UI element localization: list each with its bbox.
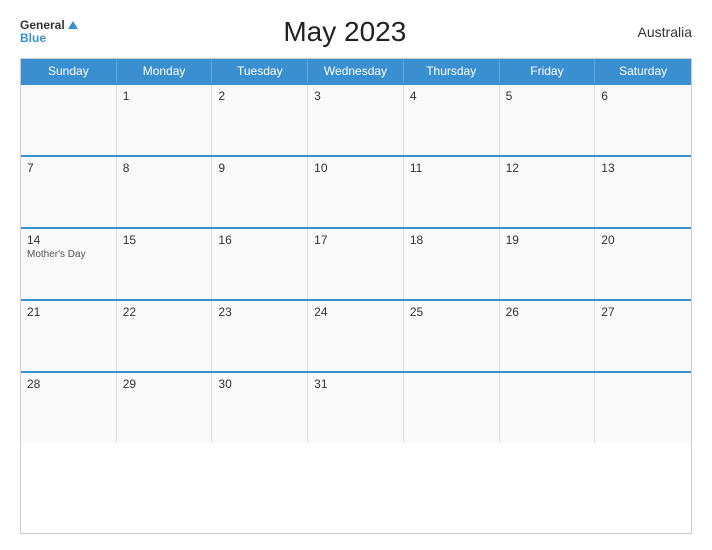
day-cell: 25	[404, 301, 500, 371]
day-number: 26	[506, 305, 589, 319]
week-row-2: 789 10 11 12 13	[21, 155, 691, 227]
day-cell: 14 Mother's Day	[21, 229, 117, 299]
day-cell: 12	[500, 157, 596, 227]
day-number: 6	[601, 89, 685, 103]
day-cell: 11	[404, 157, 500, 227]
day-number: 23	[218, 305, 301, 319]
day-cell: 19	[500, 229, 596, 299]
day-number: 21	[27, 305, 110, 319]
day-number: 8	[123, 161, 206, 175]
day-cell: 1	[117, 85, 213, 155]
calendar-title: May 2023	[78, 16, 612, 48]
day-cell: 31	[308, 373, 404, 443]
day-cell: 27	[595, 301, 691, 371]
day-cell: 30	[212, 373, 308, 443]
day-cell: 13	[595, 157, 691, 227]
day-number: 25	[410, 305, 493, 319]
day-cell: 23	[212, 301, 308, 371]
logo-blue-text: Blue	[20, 32, 46, 45]
day-header-tuesday: Tuesday	[212, 59, 308, 83]
days-header: SundayMondayTuesdayWednesdayThursdayFrid…	[21, 59, 691, 83]
day-cell: 8	[117, 157, 213, 227]
day-cell: 21	[21, 301, 117, 371]
day-header-sunday: Sunday	[21, 59, 117, 83]
day-cell: 16	[212, 229, 308, 299]
week-row-4: 21 22 23 24 25 26 27	[21, 299, 691, 371]
day-cell	[500, 373, 596, 443]
day-header-monday: Monday	[117, 59, 213, 83]
day-cell: 4	[404, 85, 500, 155]
day-number: 2	[218, 89, 301, 103]
day-number: 1	[123, 89, 206, 103]
day-number: 22	[123, 305, 206, 319]
logo: General Blue	[20, 19, 78, 45]
day-cell: 29	[117, 373, 213, 443]
day-cell: 26	[500, 301, 596, 371]
day-cell	[21, 85, 117, 155]
week-row-3: 14 Mother's Day 15 16 17 18 19 20	[21, 227, 691, 299]
day-cell: 3	[308, 85, 404, 155]
day-number: 27	[601, 305, 685, 319]
week-row-1: 123456	[21, 83, 691, 155]
header: General Blue May 2023 Australia	[20, 16, 692, 48]
day-cell	[595, 373, 691, 443]
day-number: 16	[218, 233, 301, 247]
day-number: 3	[314, 89, 397, 103]
day-number: 30	[218, 377, 301, 391]
day-number: 9	[218, 161, 301, 175]
day-number: 5	[506, 89, 589, 103]
day-cell	[404, 373, 500, 443]
day-cell: 20	[595, 229, 691, 299]
day-number: 15	[123, 233, 206, 247]
day-cell: 15	[117, 229, 213, 299]
day-cell: 18	[404, 229, 500, 299]
day-cell: 10	[308, 157, 404, 227]
calendar: SundayMondayTuesdayWednesdayThursdayFrid…	[20, 58, 692, 534]
day-cell: 5	[500, 85, 596, 155]
day-number: 14	[27, 233, 110, 247]
day-header-wednesday: Wednesday	[308, 59, 404, 83]
day-number: 31	[314, 377, 397, 391]
day-cell: 28	[21, 373, 117, 443]
day-header-friday: Friday	[500, 59, 596, 83]
day-number: 7	[27, 161, 110, 175]
day-cell: 2	[212, 85, 308, 155]
day-number: 19	[506, 233, 589, 247]
page: General Blue May 2023 Australia SundayMo…	[0, 0, 712, 550]
day-number: 29	[123, 377, 206, 391]
day-number: 17	[314, 233, 397, 247]
day-number: 18	[410, 233, 493, 247]
day-number: 28	[27, 377, 110, 391]
day-number: 20	[601, 233, 685, 247]
day-cell: 6	[595, 85, 691, 155]
day-header-saturday: Saturday	[595, 59, 691, 83]
country-label: Australia	[612, 24, 692, 40]
day-number: 24	[314, 305, 397, 319]
week-row-5: 28 29 30 31	[21, 371, 691, 443]
weeks-container: 1234567891011121314Mother's Day151617181…	[21, 83, 691, 443]
day-cell: 17	[308, 229, 404, 299]
day-cell: 9	[212, 157, 308, 227]
day-number: 10	[314, 161, 397, 175]
day-cell: 7	[21, 157, 117, 227]
day-header-thursday: Thursday	[404, 59, 500, 83]
day-number: 12	[506, 161, 589, 175]
day-number: 13	[601, 161, 685, 175]
day-cell: 22	[117, 301, 213, 371]
day-event: Mother's Day	[27, 249, 110, 260]
day-number: 11	[410, 161, 493, 175]
day-number: 4	[410, 89, 493, 103]
day-cell: 24	[308, 301, 404, 371]
